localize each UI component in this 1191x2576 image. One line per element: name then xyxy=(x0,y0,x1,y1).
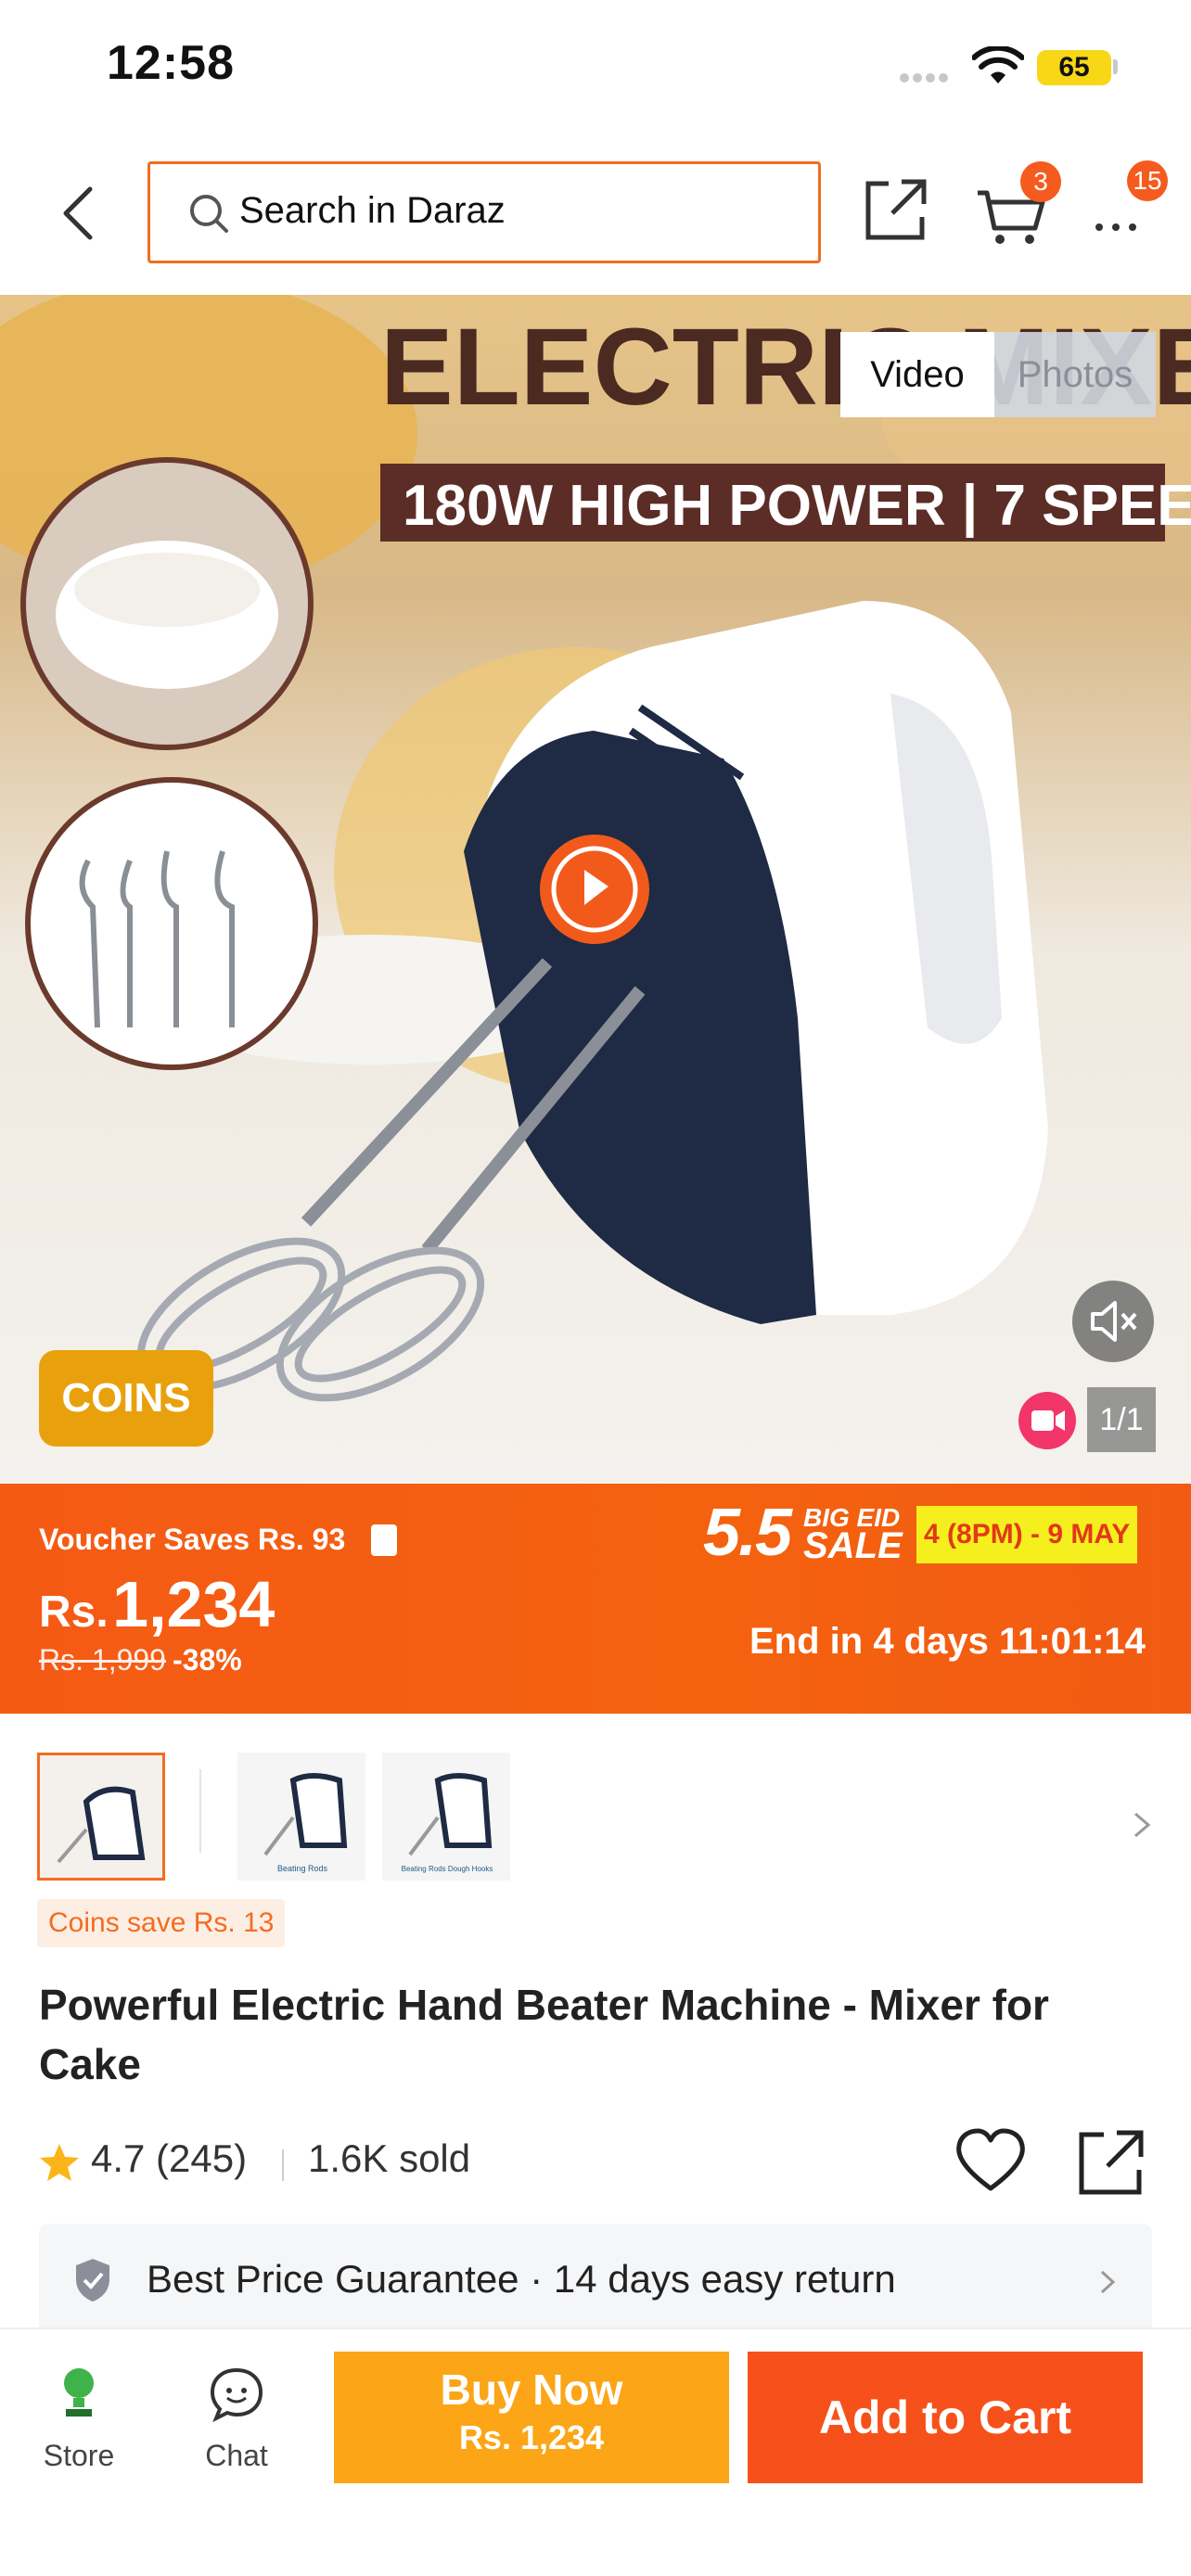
rating-divider xyxy=(282,2149,284,2181)
store-label: Store xyxy=(43,2439,115,2472)
buy-now-label: Buy Now xyxy=(440,2366,623,2414)
chat-icon xyxy=(210,2367,263,2423)
promo-price-banner: Voucher Saves Rs. 93 Rs. 1,234 Rs. 1,999… xyxy=(0,1484,1191,1714)
original-price: Rs. 1,999 xyxy=(39,1643,166,1677)
video-icon xyxy=(1018,1392,1076,1449)
battery-level: 65 xyxy=(1037,50,1111,85)
status-time: 12:58 xyxy=(107,36,235,90)
add-to-cart-button[interactable]: Add to Cart xyxy=(748,2352,1143,2483)
more-button[interactable]: 15 xyxy=(1090,160,1168,246)
sold-count: 1.6K sold xyxy=(308,2136,471,2180)
media-tabs: Video Photos xyxy=(840,332,1156,417)
wifi-icon xyxy=(972,46,1024,83)
share-icon[interactable] xyxy=(861,174,931,245)
guarantee-row[interactable]: Best Price Guarantee · 14 days easy retu… xyxy=(39,2224,1152,2335)
cart-badge: 3 xyxy=(1020,161,1061,202)
coins-badge: COINS xyxy=(39,1350,213,1447)
voucher-icon xyxy=(371,1524,397,1556)
thumbnail-2-caption: Beating Rods xyxy=(277,1864,328,1873)
thumbnail-3[interactable]: Beating Rods Dough Hooks xyxy=(382,1753,510,1881)
current-price: Rs. 1,234 xyxy=(39,1567,275,1641)
coins-save-tag: Coins save Rs. 13 xyxy=(37,1899,286,1947)
tab-photos[interactable]: Photos xyxy=(994,332,1156,417)
bottom-action-bar: Store Chat Buy Now Rs. 1,234 Add to Cart xyxy=(0,2327,1191,2576)
chat-label: Chat xyxy=(205,2439,268,2472)
store-button[interactable]: Store xyxy=(28,2357,130,2472)
more-badge: 15 xyxy=(1127,160,1168,201)
search-placeholder: Search in Daraz xyxy=(239,190,506,231)
rating-row: 4.7 (245) 1.6K sold xyxy=(39,2128,1152,2195)
guarantee-text: Best Price Guarantee · 14 days easy retu… xyxy=(147,2257,896,2301)
cellular-signal-icon xyxy=(900,70,955,83)
chevron-right-icon xyxy=(1100,2270,1116,2294)
chat-button[interactable]: Chat xyxy=(186,2357,288,2472)
heart-icon[interactable] xyxy=(954,2125,1028,2196)
mute-icon xyxy=(1091,1301,1137,1342)
shield-icon xyxy=(76,2259,109,2302)
tab-video[interactable]: Video xyxy=(840,332,994,417)
star-icon xyxy=(40,2144,79,2181)
sale-dates: 4 (8PM) - 9 MAY xyxy=(916,1506,1138,1563)
play-icon xyxy=(551,846,638,933)
share-icon[interactable] xyxy=(1074,2125,1148,2200)
product-image-gallery[interactable]: ELECTRIC MIXER 180W HIGH POWER | 7 SPEED xyxy=(0,295,1191,1484)
buy-now-price: Rs. 1,234 xyxy=(458,2418,605,2456)
thumbnail-strip: Beating Rods Beating Rods Dough Hooks xyxy=(0,1714,1191,1918)
voucher-savings[interactable]: Voucher Saves Rs. 93 xyxy=(39,1523,345,1557)
thumbnail-1[interactable] xyxy=(37,1753,165,1881)
chevron-right-icon[interactable] xyxy=(1128,1806,1156,1843)
cart-button[interactable]: 3 xyxy=(974,161,1061,250)
sale-countdown: End in 4 days 11:01:14 xyxy=(749,1621,1146,1662)
hero-subline: 180W HIGH POWER | 7 SPEED xyxy=(403,474,1191,539)
rating-score[interactable]: 4.7 (245) xyxy=(91,2136,247,2181)
sale-label: BIG EID SALE xyxy=(803,1504,903,1566)
search-icon xyxy=(190,195,228,233)
sale-number: 5.5 xyxy=(703,1496,792,1570)
back-icon[interactable] xyxy=(51,176,107,250)
search-input[interactable]: Search in Daraz xyxy=(147,161,821,263)
thumbnail-divider xyxy=(199,1769,201,1853)
mute-button[interactable] xyxy=(1072,1281,1154,1362)
store-icon xyxy=(64,2368,94,2417)
status-bar: 12:58 65 xyxy=(0,0,1191,139)
thumbnail-3-caption: Beating Rods Dough Hooks xyxy=(402,1865,493,1873)
currency-label: Rs. xyxy=(39,1588,109,1637)
discount-percent: -38% xyxy=(173,1643,242,1677)
buy-now-button[interactable]: Buy Now Rs. 1,234 xyxy=(334,2352,729,2483)
image-page-counter: 1/1 xyxy=(1087,1387,1156,1452)
product-title: Powerful Electric Hand Beater Machine - … xyxy=(39,1981,1049,2088)
play-video-button[interactable] xyxy=(540,835,649,944)
thumbnail-2[interactable]: Beating Rods xyxy=(237,1753,365,1881)
battery-cap xyxy=(1113,59,1118,74)
sale-word: SALE xyxy=(803,1525,903,1566)
price-amount: 1,234 xyxy=(112,1568,275,1640)
top-navigation: Search in Daraz 3 15 xyxy=(0,139,1191,297)
